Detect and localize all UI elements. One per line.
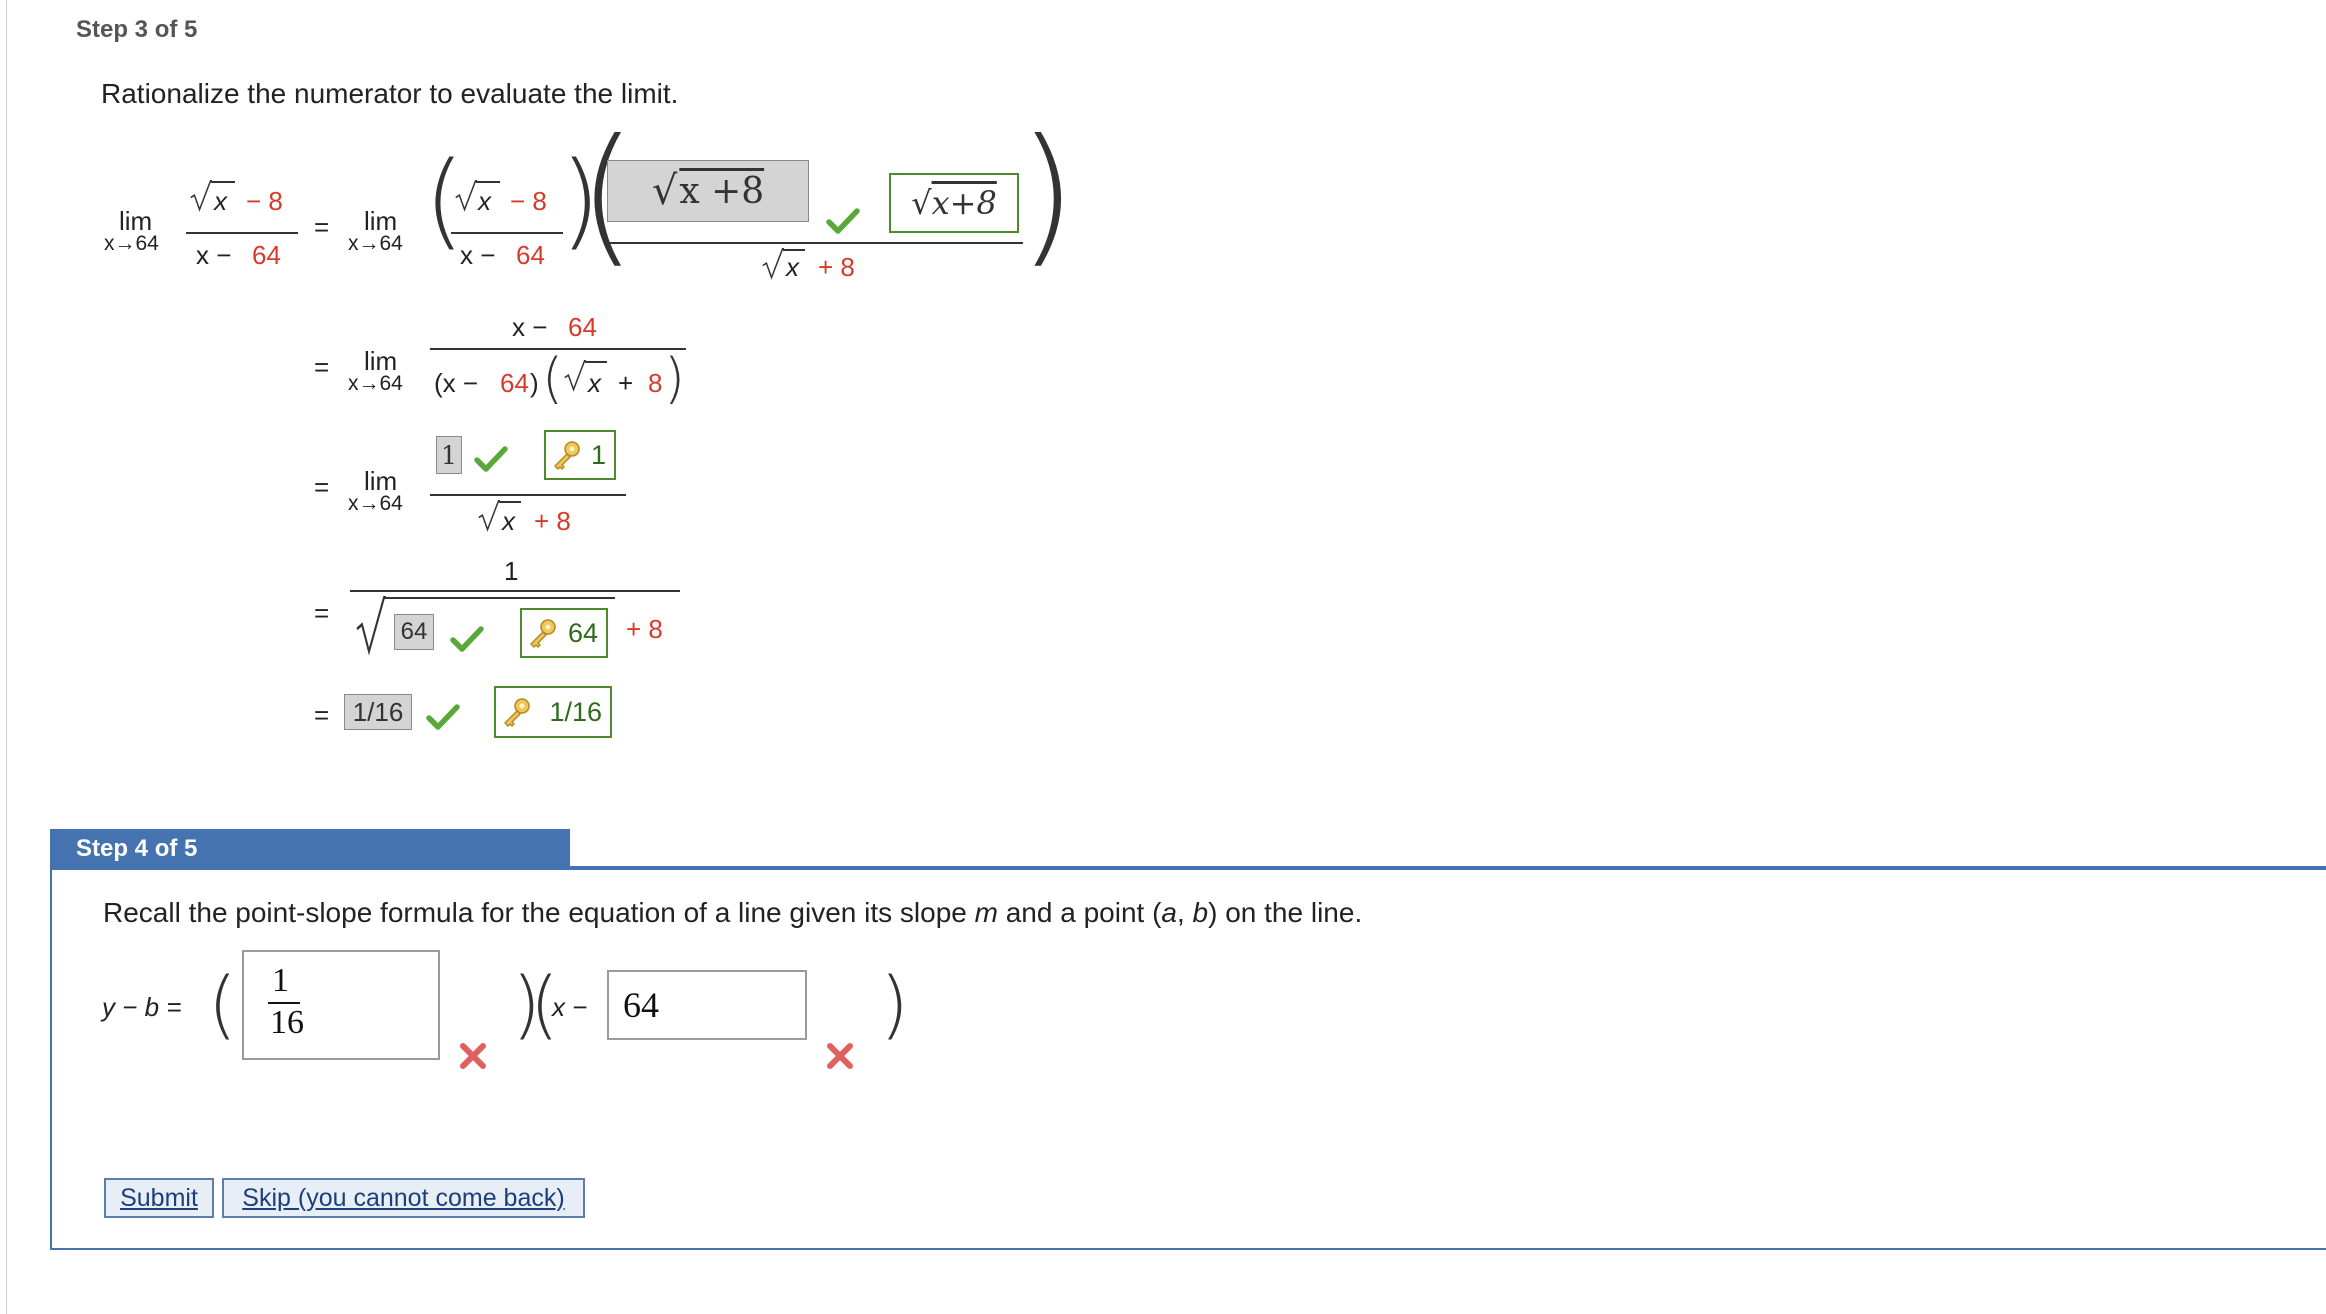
skip-button[interactable]: Skip (you cannot come back) bbox=[222, 1178, 585, 1218]
den-64: 64 bbox=[516, 240, 545, 270]
result-input-box[interactable]: 1/16 bbox=[344, 694, 412, 730]
den-x-minus: x − bbox=[460, 240, 496, 270]
step4-header-rule bbox=[570, 866, 2326, 868]
sqrt-symbol bbox=[564, 360, 586, 392]
result-answer-box: 1/16 bbox=[494, 686, 612, 738]
step4-title: Step 4 of 5 bbox=[50, 829, 570, 869]
radicand-input-box[interactable]: 64 bbox=[394, 614, 434, 650]
var-m: m bbox=[974, 897, 998, 928]
big-right-paren: ) bbox=[1018, 108, 1077, 282]
lim-subscript: x→64 bbox=[104, 232, 159, 255]
equals-sign: = bbox=[314, 212, 330, 242]
sqrt-symbol bbox=[455, 180, 477, 212]
lim-subscript: x→64 bbox=[348, 492, 403, 515]
den-64: 64 bbox=[500, 368, 529, 398]
fraction-bar bbox=[186, 232, 298, 234]
lim-subscript: x→64 bbox=[348, 232, 403, 255]
num-64: 64 bbox=[568, 312, 597, 342]
numerator-input-box[interactable]: 1 bbox=[436, 436, 462, 474]
slope-denominator: 16 bbox=[270, 1004, 304, 1041]
den-plus-8: + 8 bbox=[534, 506, 571, 536]
radicand-answer-box: 64 bbox=[520, 608, 608, 658]
numerator-1: 1 bbox=[504, 556, 519, 586]
fraction-bar bbox=[451, 232, 563, 234]
step3-title: Step 3 of 5 bbox=[76, 16, 198, 43]
slope-numerator: 1 bbox=[272, 962, 289, 999]
den-x: x bbox=[588, 368, 601, 398]
numerator-answer-box: 1 bbox=[544, 430, 616, 480]
equals-sign: = bbox=[314, 472, 330, 502]
sqrt-symbol bbox=[356, 596, 386, 656]
slope-input[interactable]: 1 16 bbox=[242, 950, 440, 1060]
sqrt-bar bbox=[783, 249, 805, 251]
conjugate-answer-box: √ x+8 bbox=[889, 173, 1019, 233]
key-icon bbox=[550, 439, 582, 471]
den-close-paren: ) bbox=[530, 368, 539, 398]
left-paren: ( bbox=[208, 962, 237, 1048]
var-a: a bbox=[1161, 897, 1177, 928]
conj-den-x: x bbox=[786, 252, 799, 282]
sqrt-symbol bbox=[190, 180, 212, 212]
num-x: x bbox=[214, 186, 227, 216]
page-left-rule bbox=[6, 0, 7, 1314]
step4-instruction: Recall the point-slope formula for the e… bbox=[103, 897, 1362, 929]
wrong-x-icon bbox=[826, 1042, 854, 1070]
num-minus-8: − 8 bbox=[510, 186, 547, 216]
num-x-minus: x − bbox=[512, 312, 548, 342]
key-icon bbox=[526, 617, 558, 649]
instruction-text: ) on the line. bbox=[1208, 897, 1363, 928]
equals-sign: = bbox=[314, 700, 330, 730]
conjugate-input-box[interactable]: √ x +8 bbox=[607, 160, 809, 222]
den-x: x bbox=[502, 506, 515, 536]
den-paren-x-minus: (x − bbox=[434, 368, 479, 398]
check-icon bbox=[426, 702, 460, 732]
sqrt-bar bbox=[585, 361, 607, 363]
den-64: 64 bbox=[252, 240, 281, 270]
instruction-text: , bbox=[1176, 897, 1193, 928]
check-icon bbox=[474, 444, 508, 474]
plus-8: + 8 bbox=[626, 614, 663, 644]
num-minus-8: − 8 bbox=[246, 186, 283, 216]
den-plus: + bbox=[618, 368, 634, 398]
sqrt-bar bbox=[385, 597, 615, 599]
equals-sign: = bbox=[314, 598, 330, 628]
equation-lhs: y − b = bbox=[102, 992, 182, 1022]
fraction-bar bbox=[430, 494, 626, 496]
lim-subscript: x→64 bbox=[348, 372, 403, 395]
wrong-x-icon bbox=[459, 1042, 487, 1070]
sqrt-bar bbox=[211, 181, 235, 183]
check-icon bbox=[450, 624, 484, 654]
key-icon bbox=[500, 696, 532, 728]
den-8: 8 bbox=[648, 368, 663, 398]
instruction-text: Recall the point-slope formula for the e… bbox=[103, 897, 975, 928]
sqrt-symbol bbox=[762, 248, 784, 280]
num-x: x bbox=[478, 186, 491, 216]
right-paren: ) bbox=[664, 347, 686, 410]
check-icon bbox=[826, 206, 860, 236]
fraction-bar bbox=[605, 242, 1023, 244]
sqrt-bar bbox=[476, 181, 500, 183]
sqrt-bar bbox=[499, 501, 521, 503]
right-paren: ) bbox=[880, 962, 909, 1048]
instruction-text: and a point ( bbox=[997, 897, 1162, 928]
step3-instruction: Rationalize the numerator to evaluate th… bbox=[101, 78, 679, 109]
point-input[interactable]: 64 bbox=[607, 970, 807, 1040]
var-b: b bbox=[1192, 897, 1209, 928]
den-x-minus: x − bbox=[196, 240, 232, 270]
x-minus: x − bbox=[552, 992, 588, 1022]
equals-sign: = bbox=[314, 352, 330, 382]
left-paren: ( bbox=[542, 347, 564, 410]
sqrt-symbol bbox=[478, 500, 500, 532]
submit-button[interactable]: Submit bbox=[104, 1178, 214, 1218]
conj-den-plus-8: + 8 bbox=[818, 252, 855, 282]
fraction-bar bbox=[350, 590, 680, 592]
point-value: 64 bbox=[623, 985, 659, 1025]
